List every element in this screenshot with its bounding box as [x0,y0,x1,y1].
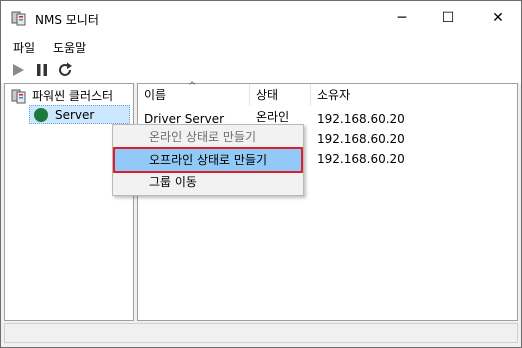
tree-item-server[interactable]: Server [29,105,130,124]
content-panes: 파워씬 클러스터 Server 이름 ^ 상태 소유자 Driver Serve… [4,81,518,321]
column-header-label: 상태 [256,88,279,102]
close-button[interactable]: ✕ [475,1,521,35]
row-owner: 192.168.60.20 [317,112,405,126]
column-header-label: 소유자 [317,88,351,102]
maximize-button[interactable]: ☐ [425,1,471,35]
column-header-status[interactable]: 상태 [250,84,311,106]
context-menu: 온라인 상태로 만들기 오프라인 상태로 만들기 그룹 이동 [112,124,304,196]
column-header-owner[interactable]: 소유자 [311,84,517,106]
cluster-icon [11,89,26,103]
menu-item-move-group[interactable]: 그룹 이동 [115,171,301,193]
minimize-button[interactable]: ─ [379,1,425,35]
menu-item-make-online[interactable]: 온라인 상태로 만들기 [115,126,301,148]
menu-help[interactable]: 도움말 [53,39,86,56]
title-bar[interactable]: NMS 모니터 ─ ☐ ✕ [1,1,521,35]
column-header-label: 이름 [144,88,167,102]
tree-root[interactable]: 파워씬 클러스터 [11,87,113,104]
refresh-icon[interactable] [56,61,74,79]
tree-root-label: 파워씬 클러스터 [32,89,114,103]
menu-item-make-offline[interactable]: 오프라인 상태로 만들기 [113,147,303,173]
app-icon [11,11,26,26]
row-owner: 192.168.60.20 [317,132,405,146]
menu-file[interactable]: 파일 [13,39,35,56]
sort-ascending-icon: ^ [188,81,197,92]
minimize-icon: ─ [397,10,407,26]
tree-item-label: Server [55,107,95,122]
cluster-tree[interactable]: 파워씬 클러스터 Server [4,83,134,321]
window-title: NMS 모니터 [35,13,99,27]
close-icon: ✕ [492,10,504,26]
row-owner: 192.168.60.20 [317,152,405,166]
server-status-icon [34,107,48,122]
play-icon[interactable] [9,61,27,79]
toolbar [1,57,521,83]
column-header-name[interactable]: 이름 ^ [138,81,250,106]
menu-bar: 파일 도움말 [1,35,521,57]
pause-icon[interactable] [33,61,51,79]
maximize-icon: ☐ [441,10,455,26]
status-bar [4,323,518,343]
resource-list[interactable]: 이름 ^ 상태 소유자 Driver Server 온라인 192.168.60… [137,81,518,321]
